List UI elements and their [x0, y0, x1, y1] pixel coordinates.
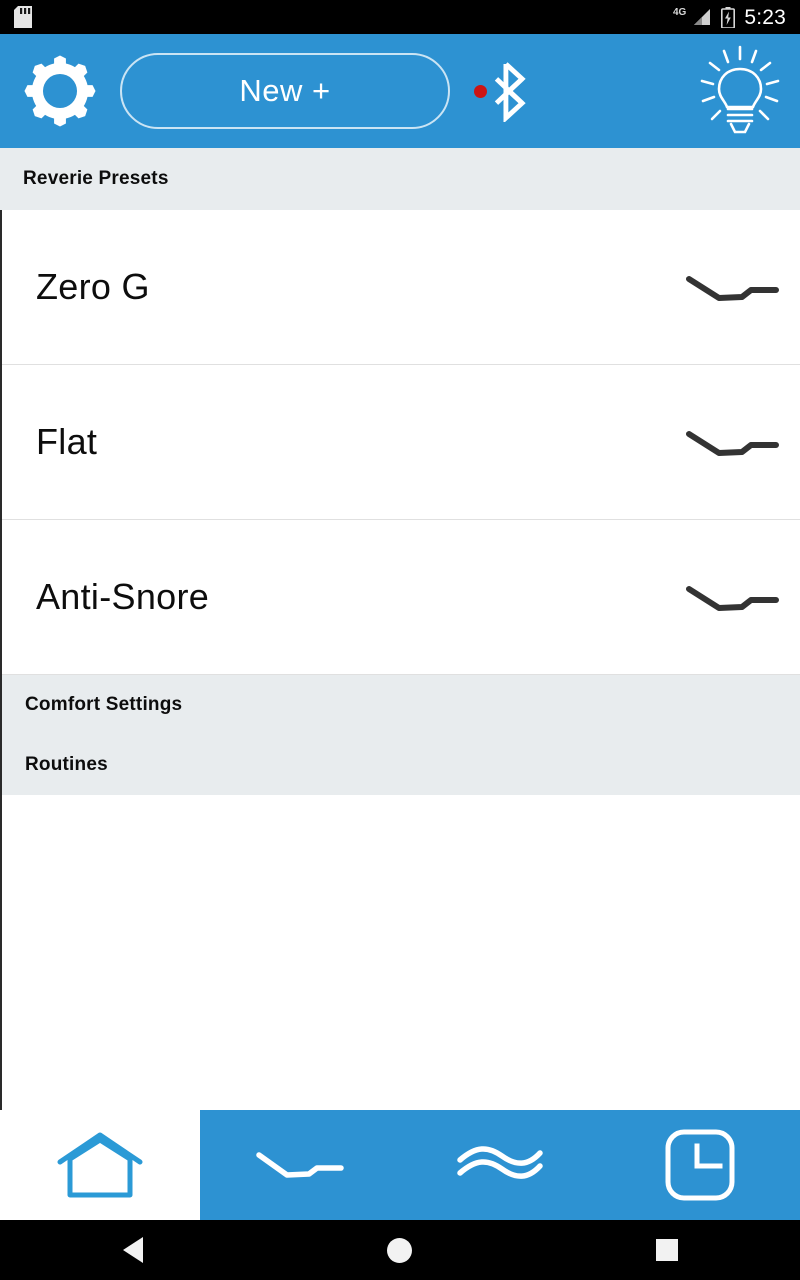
bed-position-curve-icon — [685, 573, 780, 621]
back-triangle-icon — [123, 1237, 144, 1263]
section-header-presets: Reverie Presets — [0, 148, 800, 210]
android-nav-bar — [0, 1220, 800, 1280]
signal-bars-icon — [694, 9, 711, 25]
settings-row-comfort[interactable]: Comfort Settings — [2, 675, 800, 735]
clock-icon — [665, 1129, 735, 1201]
preset-label: Flat — [36, 421, 98, 462]
clock-time: 5:23 — [744, 5, 786, 29]
home-circle-icon — [387, 1237, 413, 1263]
preset-label: Zero G — [36, 266, 150, 307]
new-preset-button[interactable]: New + — [120, 53, 450, 129]
preset-row[interactable]: Anti-Snore — [2, 520, 800, 675]
settings-section: Comfort Settings Routines — [2, 675, 800, 795]
tab-massage[interactable] — [400, 1110, 600, 1220]
lighting-button[interactable] — [694, 43, 786, 139]
recents-square-icon — [655, 1239, 678, 1261]
bluetooth-icon — [494, 62, 526, 122]
preset-label: Anti-Snore — [36, 576, 210, 617]
bed-position-curve-icon — [685, 263, 780, 311]
bluetooth-disconnected-dot — [473, 84, 487, 98]
status-bar-left — [14, 6, 32, 28]
bottom-tab-bar — [0, 1110, 800, 1220]
sd-card-icon — [14, 6, 32, 28]
status-bar-right: 4G 5:23 — [672, 5, 786, 29]
lightbulb-icon — [700, 45, 780, 134]
wave-icon — [457, 1146, 543, 1179]
tab-home[interactable] — [0, 1110, 200, 1220]
nav-back-button[interactable] — [0, 1237, 267, 1263]
gear-icon — [24, 55, 96, 127]
preset-row[interactable]: Zero G — [2, 210, 800, 365]
tab-position[interactable] — [200, 1110, 400, 1220]
empty-content-space — [2, 795, 800, 1106]
settings-row-routines[interactable]: Routines — [2, 735, 800, 795]
battery-charging-icon — [721, 6, 736, 28]
bluetooth-status-button[interactable] — [450, 60, 560, 122]
settings-button[interactable] — [0, 54, 120, 128]
tab-timer[interactable] — [600, 1110, 800, 1220]
nav-recents-button[interactable] — [533, 1239, 800, 1261]
android-status-bar: 4G 5:23 — [0, 0, 800, 34]
bed-position-curve-icon — [685, 418, 780, 466]
preset-row[interactable]: Flat — [2, 365, 800, 520]
app-header-bar: New + — [0, 34, 800, 148]
app-screen: 4G 5:23 New + Reverie Presets Zero G Fla… — [0, 0, 800, 1280]
bed-position-curve-icon — [256, 1152, 344, 1178]
nav-home-button[interactable] — [267, 1237, 534, 1263]
home-icon — [57, 1132, 143, 1198]
main-content: Zero G Flat Anti-Snore Comfort Settings … — [0, 210, 800, 1110]
network-type-label: 4G — [672, 6, 687, 18]
